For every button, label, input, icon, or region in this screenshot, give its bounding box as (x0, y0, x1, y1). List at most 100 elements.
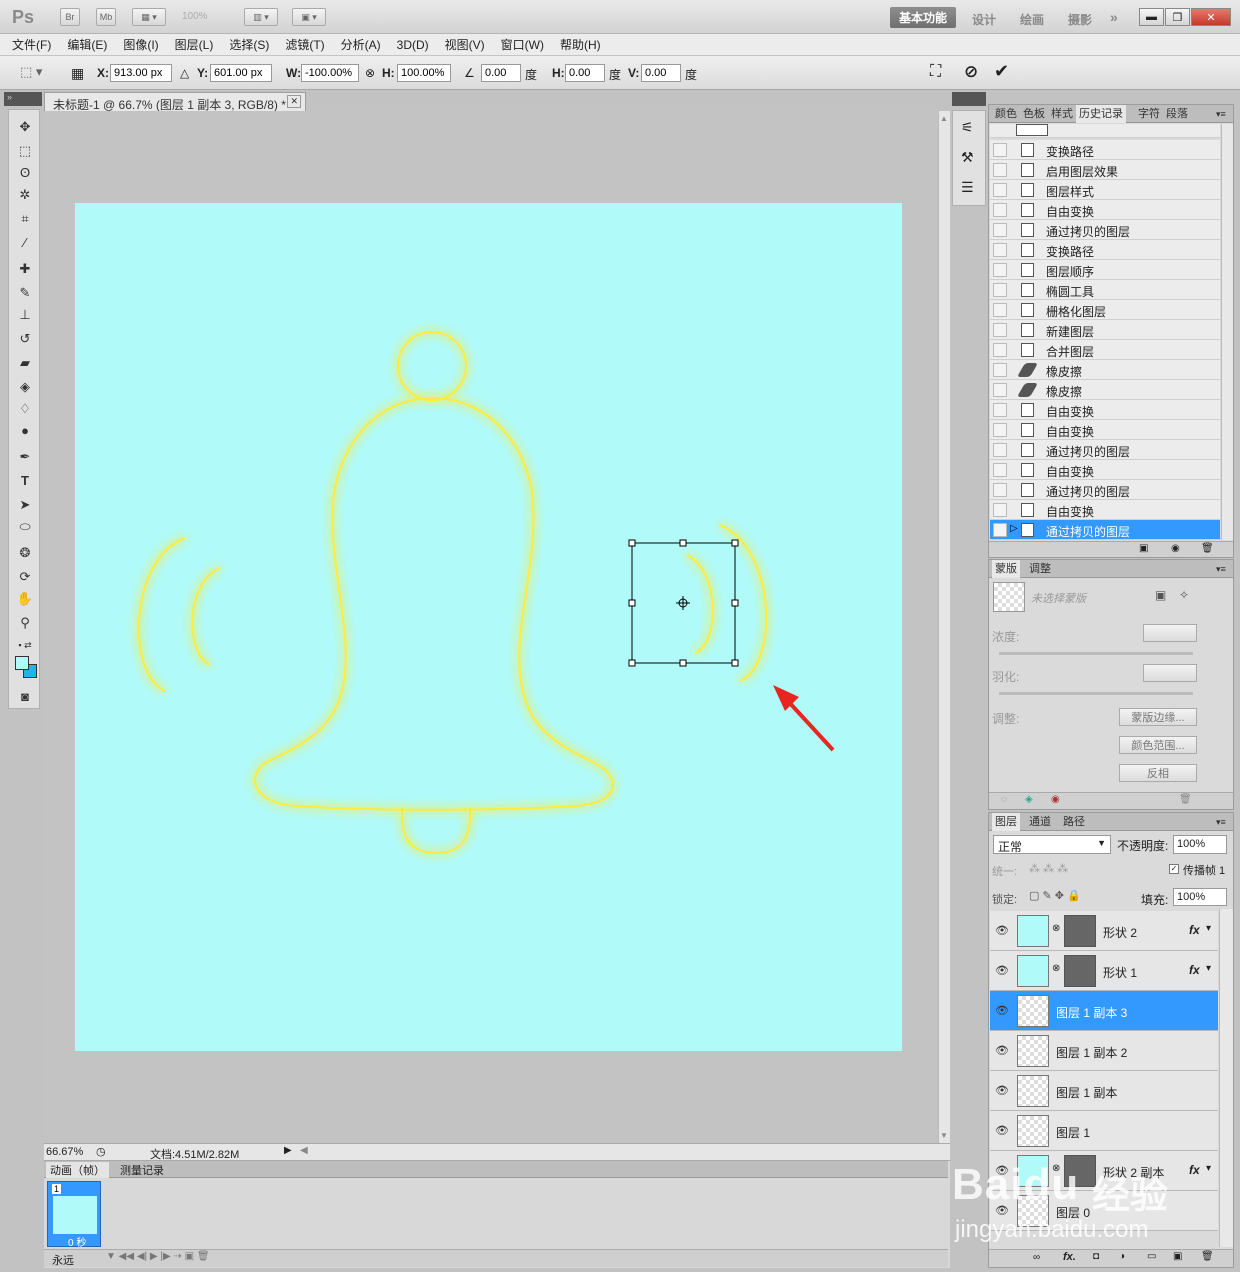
dodge-tool-icon[interactable]: ● (15, 422, 35, 440)
history-scrollbar[interactable] (1221, 124, 1233, 540)
actions-icon[interactable]: ☰ (961, 179, 974, 196)
default-colors-icon[interactable]: ▪ ⇄ (15, 636, 35, 654)
path-selection-tool-icon[interactable]: ➤ (15, 496, 35, 514)
menu-image[interactable]: 图像(I) (123, 36, 158, 53)
history-source-checkbox[interactable] (993, 143, 1007, 157)
hand-tool-icon[interactable]: ✋ (15, 590, 35, 608)
history-item[interactable]: 图层顺序 (990, 260, 1220, 280)
history-item[interactable]: 图层样式 (990, 180, 1220, 200)
tab-swatches[interactable]: 色板 (1020, 105, 1048, 123)
layers-scrollbar[interactable] (1219, 909, 1233, 1247)
frame-delay[interactable]: 0 秒 (68, 1234, 86, 1249)
layer-row[interactable]: 👁 ⊗ fx ▾ 形状 2 (990, 911, 1218, 951)
history-item[interactable]: 通过拷贝的图层 (990, 440, 1220, 460)
tab-paths[interactable]: 路径 (1060, 813, 1088, 831)
layer-effects-icon[interactable]: fx (1189, 923, 1200, 937)
history-item[interactable]: 通过拷贝的图层 (990, 480, 1220, 500)
transform-bounding-box[interactable] (628, 539, 739, 667)
height-input[interactable] (397, 64, 451, 82)
history-source-checkbox[interactable] (993, 203, 1007, 217)
screen-mode-button[interactable]: ▣ ▾ (292, 8, 326, 26)
tab-character[interactable]: 字符 (1135, 105, 1163, 123)
playback-controls-icon[interactable]: ▼ ◀◀ ◀| ▶ |▶ ⇢ ▣ 🗑 (106, 1251, 210, 1262)
tab-measurement-log[interactable]: 测量记录 (116, 1162, 168, 1178)
delete-mask-icon[interactable]: 🗑 (1179, 794, 1192, 805)
history-item[interactable]: 自由变换 (990, 460, 1220, 480)
disable-mask-icon[interactable]: ◉ (1051, 794, 1060, 805)
history-item[interactable]: 橡皮擦 (990, 380, 1220, 400)
history-source-checkbox[interactable] (993, 463, 1007, 477)
document-tab[interactable]: 未标题-1 @ 66.7% (图层 1 副本 3, RGB/8) * ✕ (44, 92, 306, 112)
pixel-mask-icon[interactable]: ▣ (1155, 588, 1166, 602)
reference-point-icon[interactable]: ▦ (71, 63, 91, 83)
view-extras-button[interactable]: ▦ ▾ (132, 8, 166, 26)
move-tool-icon[interactable]: ✥ (15, 118, 35, 136)
clone-stamp-tool-icon[interactable]: ⊥ (15, 306, 35, 324)
history-source-checkbox[interactable] (993, 483, 1007, 497)
apply-mask-icon[interactable]: ◈ (1025, 794, 1033, 805)
cancel-transform-icon[interactable]: ⊘ (964, 62, 978, 82)
menu-select[interactable]: 选择(S) (229, 36, 269, 53)
restore-button[interactable]: ❐ (1165, 8, 1190, 26)
add-mask-icon[interactable]: ◘ (1093, 1251, 1099, 1262)
lock-icons[interactable]: ▢ ✎ ✥ 🔒 (1029, 889, 1081, 902)
scroll-down-icon[interactable]: ▼ (940, 1131, 948, 1140)
history-source-checkbox[interactable] (993, 363, 1007, 377)
blend-mode-select[interactable]: 正常 ▼ (993, 835, 1111, 854)
bridge-button[interactable]: Br (60, 8, 80, 26)
tab-styles[interactable]: 样式 (1048, 105, 1076, 123)
icon-strip-header[interactable] (952, 92, 986, 106)
new-group-icon[interactable]: ▭ (1147, 1251, 1156, 1262)
paint-bucket-tool-icon[interactable]: ◈ (15, 378, 35, 396)
history-item[interactable]: 启用图层效果 (990, 160, 1220, 180)
feather-slider[interactable] (999, 692, 1193, 695)
layer-row[interactable]: 👁 图层 1 副本 3 (990, 991, 1218, 1031)
menu-view[interactable]: 视图(V) (445, 36, 485, 53)
history-source-checkbox[interactable] (993, 223, 1007, 237)
canvas[interactable] (75, 203, 902, 1051)
add-style-icon[interactable]: fx. (1063, 1251, 1076, 1263)
new-document-from-state-icon[interactable]: ▣ (1139, 543, 1148, 554)
delta-icon[interactable]: △ (180, 66, 189, 80)
3d-rotate-tool-icon[interactable]: ❂ (15, 544, 35, 562)
scroll-left-icon[interactable]: ◀ (300, 1145, 308, 1156)
minimize-button[interactable]: ▬ (1139, 8, 1164, 26)
history-source-checkbox[interactable] (993, 183, 1007, 197)
mask-link-icon[interactable]: ⊗ (1052, 923, 1060, 934)
menu-layer[interactable]: 图层(L) (175, 36, 214, 53)
history-item[interactable]: 橡皮擦 (990, 360, 1220, 380)
animation-frame[interactable]: 1 0 秒 (47, 1181, 101, 1249)
menu-edit[interactable]: 编辑(E) (67, 36, 107, 53)
document-close-icon[interactable]: ✕ (287, 95, 301, 108)
angle-input[interactable] (481, 64, 521, 82)
tool-presets-icon[interactable]: ⚟ (961, 119, 974, 136)
history-item[interactable]: 通过拷贝的图层 (990, 220, 1220, 240)
scroll-up-icon[interactable]: ▲ (940, 114, 948, 123)
minibridge-button[interactable]: Mb (96, 8, 116, 26)
mask-edge-button[interactable]: 蒙版边缘... (1119, 708, 1197, 726)
layer-row[interactable]: 👁 图层 1 副本 (990, 1071, 1218, 1111)
layer-effects-icon[interactable]: fx (1189, 963, 1200, 977)
feather-input[interactable] (1143, 664, 1197, 682)
layer-row[interactable]: 👁 图层 1 副本 2 (990, 1031, 1218, 1071)
history-item[interactable]: 自由变换 (990, 200, 1220, 220)
link-layers-icon[interactable]: ∞ (1033, 1252, 1040, 1263)
history-source-checkbox[interactable] (993, 243, 1007, 257)
eraser-tool-icon[interactable]: ▰ (15, 354, 35, 372)
tab-animation[interactable]: 动画（帧） (46, 1162, 109, 1178)
workspace-design[interactable]: 设计 (972, 11, 996, 28)
history-source-checkbox[interactable] (993, 403, 1007, 417)
status-options-icon[interactable]: ◷ (96, 1145, 106, 1158)
history-item[interactable]: 新建图层 (990, 320, 1220, 340)
unify-icons[interactable]: ⁂ ⁂ ⁂ (1029, 862, 1068, 875)
menu-file[interactable]: 文件(F) (12, 36, 51, 53)
history-source-checkbox[interactable] (993, 263, 1007, 277)
menu-filter[interactable]: 滤镜(T) (285, 36, 324, 53)
color-range-button[interactable]: 颜色范围... (1119, 736, 1197, 754)
effects-toggle-icon[interactable]: ▾ (1206, 963, 1211, 974)
tab-color[interactable]: 颜色 (992, 105, 1020, 123)
x-position-input[interactable] (110, 64, 172, 82)
lasso-tool-icon[interactable]: ʘ (15, 164, 35, 182)
history-item[interactable]: 通过拷贝的图层 ▷ (990, 520, 1220, 540)
propagate-checkbox[interactable]: ✓ (1169, 864, 1179, 874)
